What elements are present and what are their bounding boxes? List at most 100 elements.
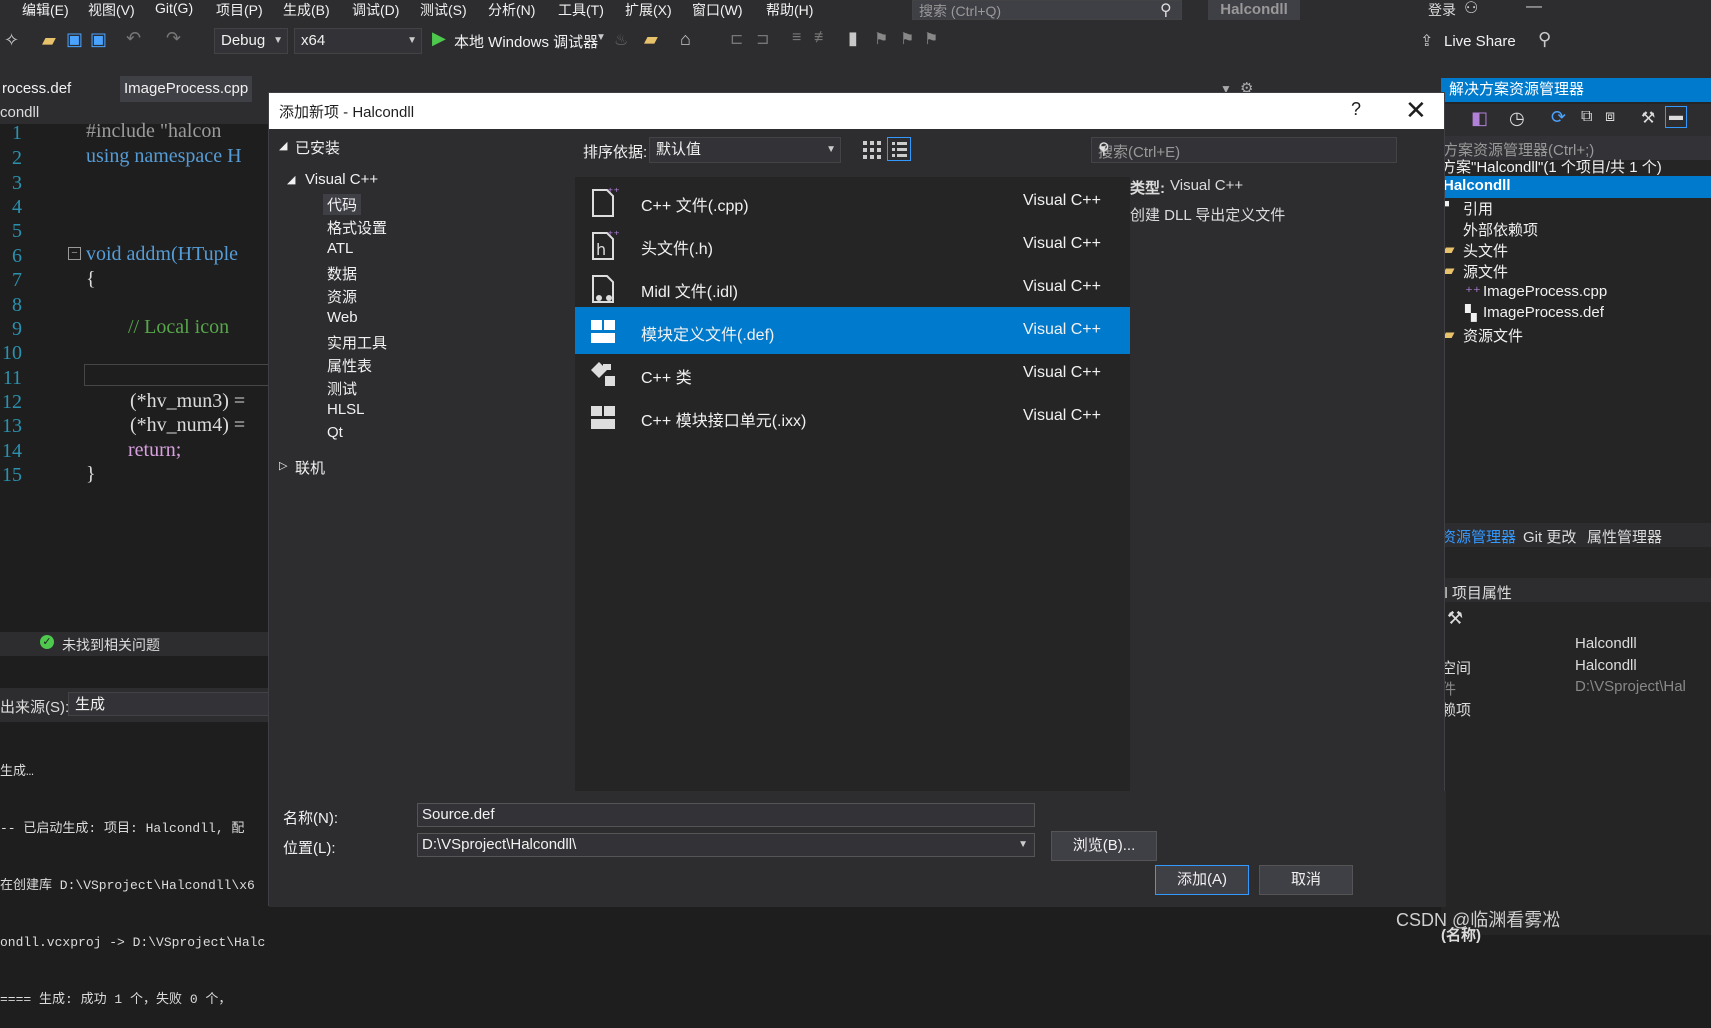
template-row-class[interactable]: C++ 类 Visual C++ — [575, 350, 1130, 397]
tab-solution-explorer[interactable]: 资源管理器 — [1441, 526, 1516, 547]
menu-build[interactable]: 生成(B) — [283, 0, 330, 20]
output-source-select[interactable]: 生成 — [68, 692, 270, 716]
quick-search-input[interactable]: 搜索 (Ctrl+Q) — [912, 0, 1182, 20]
menu-view[interactable]: 视图(V) — [88, 0, 135, 20]
comment-icon[interactable]: ≡ — [792, 29, 801, 47]
browser-icon[interactable]: ⌂ — [680, 29, 691, 50]
refresh-icon[interactable]: ⟳ — [1551, 107, 1566, 128]
configuration-select[interactable]: Debug ▼ — [214, 28, 288, 54]
category-utility[interactable]: 实用工具 — [327, 332, 387, 353]
menu-edit[interactable]: 编辑(E) — [22, 0, 69, 20]
installed-node[interactable]: 已安装 — [295, 137, 340, 158]
step-icon[interactable]: ⊏ — [730, 29, 743, 49]
name-input[interactable]: Source.def — [417, 803, 1035, 827]
prop-value[interactable]: D:\VSproject\Hal — [1575, 678, 1686, 695]
minimize-icon[interactable]: — — [1526, 0, 1542, 16]
close-icon[interactable]: ✕ — [1405, 95, 1427, 126]
template-row-def-selected[interactable]: 模块定义文件(.def) Visual C++ — [575, 307, 1130, 354]
template-row-header[interactable]: h ⁺⁺ 头文件(.h) Visual C++ — [575, 221, 1130, 268]
run-debugger-button[interactable]: 本地 Windows 调试器 — [454, 31, 598, 52]
menu-extensions[interactable]: 扩展(X) — [625, 0, 672, 20]
tree-source-files[interactable]: 源文件 — [1463, 261, 1508, 282]
tab-imageprocess-cpp[interactable]: ImageProcess.cpp — [120, 76, 253, 102]
tree-header-files[interactable]: 头文件 — [1463, 240, 1508, 261]
template-row-cpp[interactable]: ⁺⁺ C++ 文件(.cpp) Visual C++ — [575, 178, 1130, 225]
vs-icon[interactable]: ◧ — [1471, 108, 1488, 129]
prop-value[interactable]: Halcondll — [1575, 657, 1637, 674]
list-view-icon[interactable] — [887, 137, 911, 161]
hot-reload-icon[interactable]: ♨ — [614, 30, 628, 50]
save-all-icon[interactable]: ▣ — [90, 29, 107, 50]
platform-select[interactable]: x64 ▼ — [294, 28, 422, 54]
visual-cpp-node[interactable]: Visual C++ — [305, 171, 378, 188]
menu-project[interactable]: 项目(P) — [216, 0, 263, 20]
grid-view-icon[interactable] — [861, 139, 883, 161]
next-bookmark-icon[interactable]: ⚑ — [900, 29, 914, 49]
menu-tools[interactable]: 工具(T) — [558, 0, 604, 20]
category-atl[interactable]: ATL — [327, 240, 353, 257]
collapse-all-icon[interactable]: ⧉ — [1581, 108, 1592, 126]
show-all-icon[interactable]: ⧈ — [1605, 108, 1615, 126]
tree-references[interactable]: 引用 — [1463, 198, 1493, 219]
open-folder-icon[interactable]: ▰ — [42, 30, 56, 51]
category-property-sheets[interactable]: 属性表 — [327, 355, 372, 376]
live-share-button[interactable]: Live Share — [1444, 33, 1516, 50]
menu-test[interactable]: 测试(S) — [420, 0, 467, 20]
menu-window[interactable]: 窗口(W) — [692, 0, 743, 20]
tree-imageprocess-cpp[interactable]: ImageProcess.cpp — [1483, 283, 1607, 300]
live-share-icon[interactable]: ⇪ — [1420, 31, 1433, 51]
redo-icon[interactable]: ↷ — [166, 28, 181, 49]
tab-git-changes[interactable]: Git 更改 — [1523, 526, 1576, 547]
feedback-icon[interactable]: ⚲ — [1538, 29, 1551, 50]
cancel-button[interactable]: 取消 — [1259, 865, 1353, 895]
uncomment-icon[interactable]: ≢ — [814, 29, 830, 47]
start-debug-icon[interactable]: ▶ — [432, 28, 446, 49]
tree-imageprocess-def[interactable]: ImageProcess.def — [1483, 304, 1604, 321]
category-test[interactable]: 测试 — [327, 378, 357, 399]
property-pages-icon[interactable]: ⚒ — [1447, 608, 1463, 629]
category-data[interactable]: 数据 — [327, 263, 357, 284]
clear-bookmark-icon[interactable]: ⚑ — [924, 29, 938, 49]
new-item-icon[interactable]: ✧ — [4, 30, 19, 51]
chevron-right-icon[interactable]: ▷ — [279, 459, 287, 472]
prop-value[interactable]: Halcondll — [1575, 635, 1637, 652]
wrench-icon[interactable]: ⚒ — [1641, 108, 1655, 128]
template-row-idl[interactable]: Midl 文件(.idl) Visual C++ — [575, 264, 1130, 311]
tab-property-manager[interactable]: 属性管理器 — [1587, 526, 1662, 547]
step-over-icon[interactable]: ⊐ — [756, 29, 769, 49]
undo-icon[interactable]: ↶ — [126, 28, 141, 49]
browse-button[interactable]: 浏览(B)... — [1051, 831, 1157, 861]
chevron-down-icon[interactable]: ▼ — [1098, 144, 1392, 155]
save-icon[interactable]: ▣ — [66, 29, 83, 50]
user-icon[interactable]: ⚇ — [1464, 0, 1478, 18]
category-resource[interactable]: 资源 — [327, 286, 357, 307]
history-icon[interactable]: ◷ — [1509, 108, 1525, 129]
help-icon[interactable]: ? — [1351, 99, 1361, 120]
solution-node[interactable]: 方案"Halcondll"(1 个项目/共 1 个) — [1441, 156, 1662, 177]
chevron-down-icon[interactable]: ◢ — [287, 173, 295, 186]
menu-analyze[interactable]: 分析(N) — [488, 0, 535, 20]
preview-icon[interactable]: ▬ — [1665, 106, 1687, 128]
menu-debug[interactable]: 调试(D) — [352, 0, 399, 20]
category-hlsl[interactable]: HLSL — [327, 401, 365, 418]
login-link[interactable]: 登录 — [1428, 0, 1456, 20]
prev-bookmark-icon[interactable]: ⚑ — [874, 29, 888, 49]
project-node-selected[interactable]: Halcondll — [1441, 176, 1711, 198]
search-icon[interactable]: ⚲ — [1160, 0, 1172, 20]
tree-resource-files[interactable]: 资源文件 — [1463, 325, 1523, 346]
online-node[interactable]: 联机 — [295, 457, 325, 478]
category-code[interactable]: 代码 — [323, 194, 362, 215]
chevron-down-icon[interactable]: ◢ — [279, 139, 287, 152]
tab-process-def[interactable]: rocess.def — [0, 76, 75, 102]
template-search-input[interactable]: 搜索(Ctrl+E) ⚲ ▼ — [1091, 137, 1397, 163]
add-button[interactable]: 添加(A) — [1155, 865, 1249, 895]
category-web[interactable]: Web — [327, 309, 358, 326]
tree-external-deps[interactable]: 外部依赖项 — [1463, 219, 1538, 240]
menu-git[interactable]: Git(G) — [155, 0, 193, 16]
category-formatting[interactable]: 格式设置 — [327, 217, 387, 238]
chevron-down-icon[interactable]: ▼ — [596, 32, 606, 43]
bookmark-icon[interactable]: ▮ — [848, 28, 858, 49]
menu-help[interactable]: 帮助(H) — [766, 0, 813, 20]
template-row-ixx[interactable]: C++ 模块接口单元(.ixx) Visual C++ — [575, 393, 1130, 440]
category-qt[interactable]: Qt — [327, 424, 343, 441]
